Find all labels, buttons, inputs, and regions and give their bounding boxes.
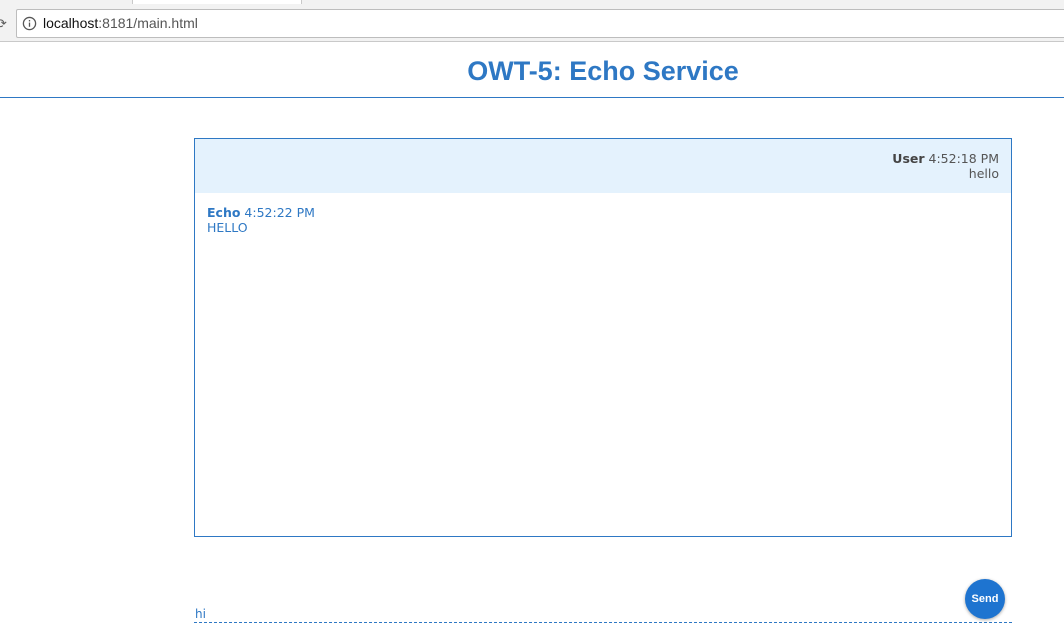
message-input[interactable]	[194, 606, 1012, 623]
message-echo: Echo 4:52:22 PM HELLO	[207, 205, 315, 235]
message-header: Echo 4:52:22 PM	[207, 205, 315, 220]
message-time: 4:52:22 PM	[244, 205, 315, 220]
chat-log[interactable]: User 4:52:18 PM hello Echo 4:52:22 PM HE…	[194, 138, 1012, 537]
address-url: localhost:8181/main.html	[43, 15, 198, 31]
send-button[interactable]: Send	[965, 579, 1005, 619]
message-text: hello	[968, 166, 999, 181]
browser-toolbar: ⟳ localhost:8181/main.html	[0, 4, 1064, 42]
message-text: HELLO	[207, 220, 248, 235]
message-header: User 4:52:18 PM	[195, 151, 999, 166]
url-path: :8181/main.html	[98, 15, 198, 31]
address-bar[interactable]: localhost:8181/main.html	[16, 9, 1064, 38]
message-time: 4:52:18 PM	[928, 151, 999, 166]
message-user: User 4:52:18 PM hello	[195, 139, 1011, 193]
header-divider	[0, 97, 1064, 98]
message-sender: Echo	[207, 205, 241, 220]
url-host: localhost	[43, 15, 99, 31]
page-title: OWT-5: Echo Service	[467, 56, 739, 86]
reload-icon[interactable]: ⟳	[0, 18, 8, 32]
info-icon[interactable]	[22, 16, 37, 31]
message-sender: User	[892, 151, 925, 166]
